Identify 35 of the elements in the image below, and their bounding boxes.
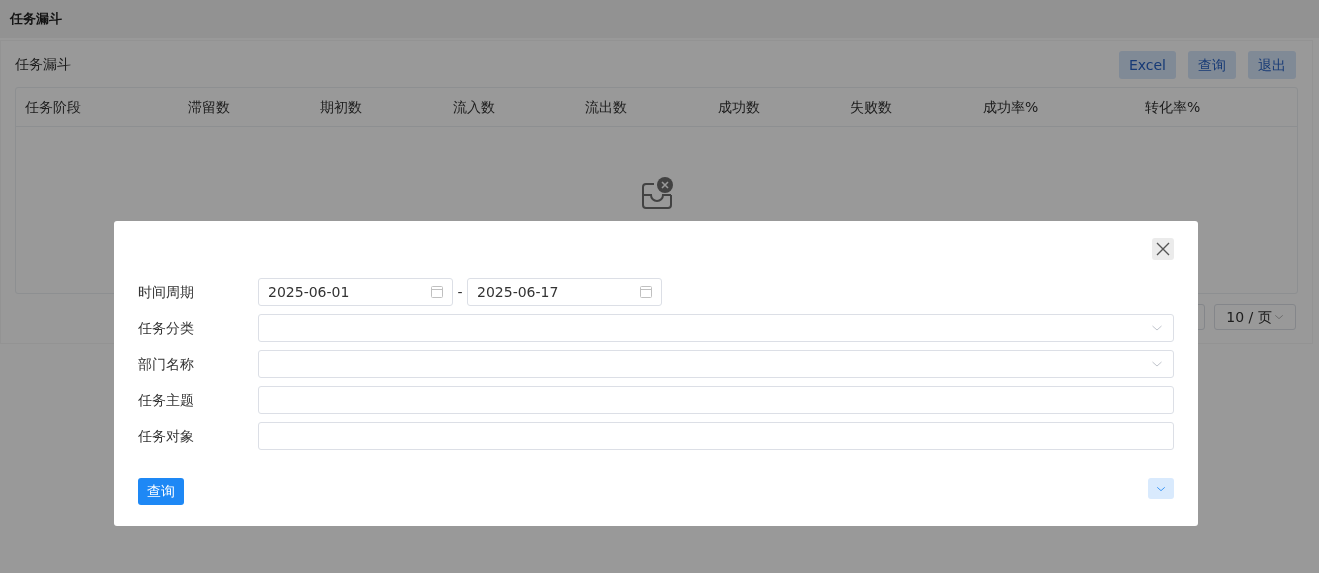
empty-data-icon — [639, 177, 674, 211]
select-field[interactable] — [258, 350, 1174, 378]
query-button[interactable]: 查询 — [138, 478, 184, 505]
column-header: 成功数 — [718, 97, 761, 117]
toolbar-button[interactable]: 退出 — [1248, 51, 1296, 79]
field-label: 任务主题 — [138, 390, 195, 410]
calendar-icon — [640, 286, 652, 298]
chevron-down-icon — [1273, 312, 1284, 322]
toolbar-button[interactable]: Excel — [1118, 51, 1176, 79]
column-header: 成功率% — [983, 97, 1040, 117]
column-header: 流入数 — [453, 97, 496, 117]
field-label: 时间周期 — [138, 282, 195, 302]
column-header: 滞留数 — [188, 97, 231, 117]
column-header: 任务阶段 — [25, 97, 82, 117]
close-button[interactable] — [1152, 238, 1174, 260]
page-title: 任务漏斗 — [10, 10, 62, 29]
column-header: 期初数 — [320, 97, 363, 117]
column-header: 流出数 — [585, 97, 628, 117]
field-label: 部门名称 — [138, 354, 195, 374]
input-field[interactable] — [258, 386, 1174, 414]
column-header: 转化率% — [1145, 97, 1202, 117]
input-field[interactable] — [258, 422, 1174, 450]
field-label: 任务对象 — [138, 426, 195, 446]
column-header: 失败数 — [850, 97, 893, 117]
close-icon — [1156, 242, 1170, 256]
expand-button[interactable] — [1148, 478, 1174, 499]
panel-title: 任务漏斗 — [15, 55, 71, 74]
toolbar-button[interactable]: 查询 — [1188, 51, 1236, 79]
range-separator: - — [456, 282, 464, 302]
field-label: 任务分类 — [138, 318, 195, 338]
select-field[interactable] — [258, 314, 1174, 342]
date-field[interactable]: 2025-06-17 — [467, 278, 662, 306]
page-size-select[interactable]: 10 / 页 — [1214, 304, 1296, 330]
date-field[interactable]: 2025-06-01 — [258, 278, 453, 306]
calendar-icon — [431, 286, 443, 298]
